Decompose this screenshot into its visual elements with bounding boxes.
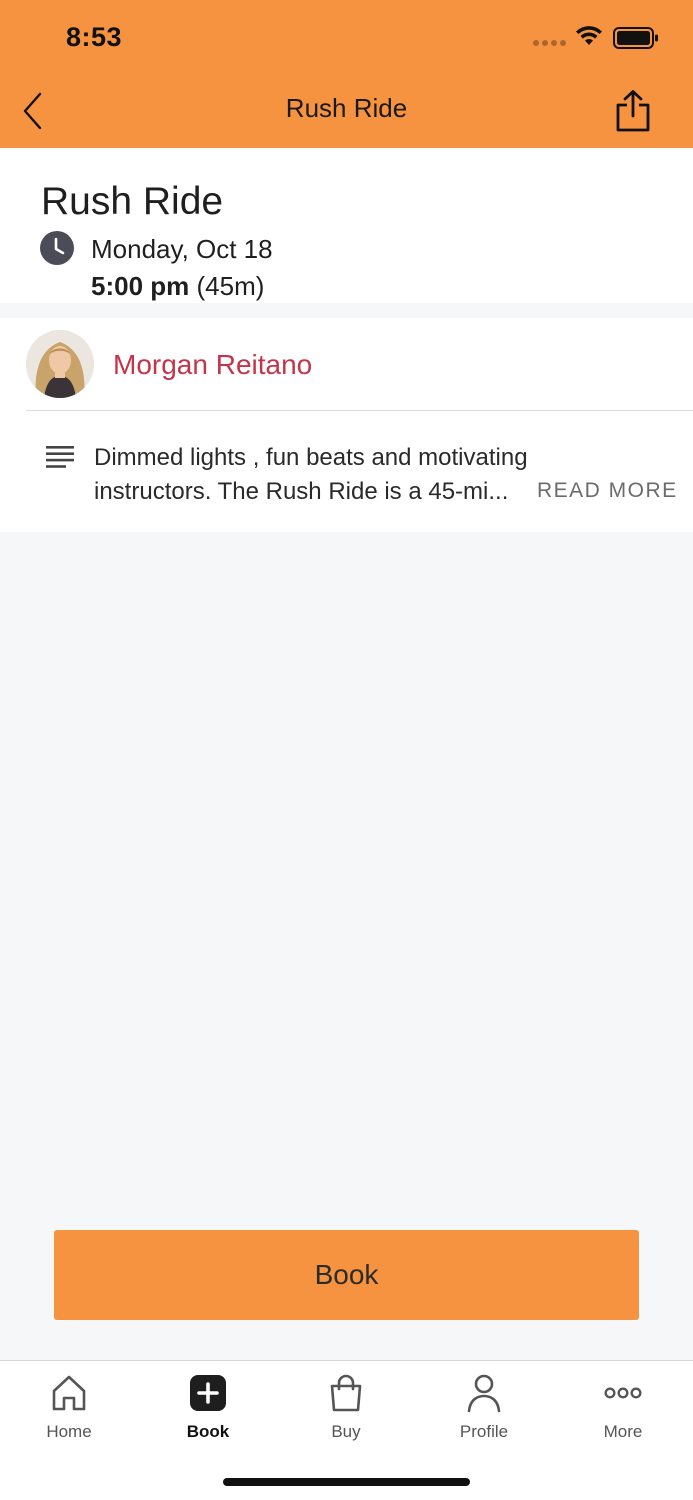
more-dots-icon	[604, 1387, 642, 1399]
person-icon	[467, 1374, 501, 1413]
description-line-1: Dimmed lights , fun beats and motivating	[94, 444, 528, 471]
plus-square-icon	[190, 1375, 226, 1411]
instructor-name-link[interactable]: Morgan Reitano	[113, 349, 312, 381]
share-icon	[616, 90, 650, 132]
class-time: 5:00 pm (45m)	[91, 271, 264, 302]
status-time: 8:53	[66, 22, 123, 52]
description-lines-icon	[46, 446, 74, 468]
read-more-link[interactable]: READ MORE	[537, 479, 678, 503]
class-date: Monday, Oct 18	[91, 234, 273, 264]
class-duration: (45m)	[196, 271, 265, 301]
tab-buy[interactable]: Buy	[286, 1361, 406, 1451]
class-info-card: Rush Ride Monday, Oct 18 5:00 pm (45m)	[0, 148, 693, 303]
clock-icon	[40, 231, 74, 265]
tab-label: Home	[46, 1422, 92, 1441]
start-time: 5:00 pm	[91, 271, 190, 301]
screen: 8:53 Rush Ride Rush Ride Monday, Oct 18 …	[0, 0, 693, 1500]
share-button[interactable]	[610, 86, 656, 136]
class-detail-card: Morgan Reitano Dimmed lights , fun beats…	[0, 318, 693, 532]
tab-label: Buy	[331, 1422, 361, 1441]
divider	[26, 410, 693, 411]
home-icon	[52, 1375, 86, 1411]
tab-profile[interactable]: Profile	[424, 1361, 544, 1451]
tab-label: Profile	[459, 1422, 509, 1441]
cellular-signal-icon	[533, 38, 567, 46]
shopping-bag-icon	[330, 1374, 362, 1412]
battery-icon	[613, 27, 658, 49]
instructor-avatar[interactable]	[26, 330, 94, 398]
book-button[interactable]: Book	[54, 1230, 639, 1320]
instructor-photo	[26, 330, 94, 398]
tab-label: Book	[186, 1422, 230, 1441]
tab-more[interactable]: More	[563, 1361, 683, 1451]
home-indicator	[223, 1478, 470, 1486]
tab-label: More	[603, 1422, 643, 1441]
tab-home[interactable]: Home	[9, 1361, 129, 1451]
tab-book[interactable]: Book	[148, 1361, 268, 1451]
header: 8:53 Rush Ride	[0, 0, 693, 148]
nav-title: Rush Ride	[285, 93, 408, 123]
class-title: Rush Ride	[41, 180, 224, 223]
wifi-icon	[576, 26, 602, 45]
description-line-2: instructors. The Rush Ride is a 45-mi...	[94, 478, 509, 505]
